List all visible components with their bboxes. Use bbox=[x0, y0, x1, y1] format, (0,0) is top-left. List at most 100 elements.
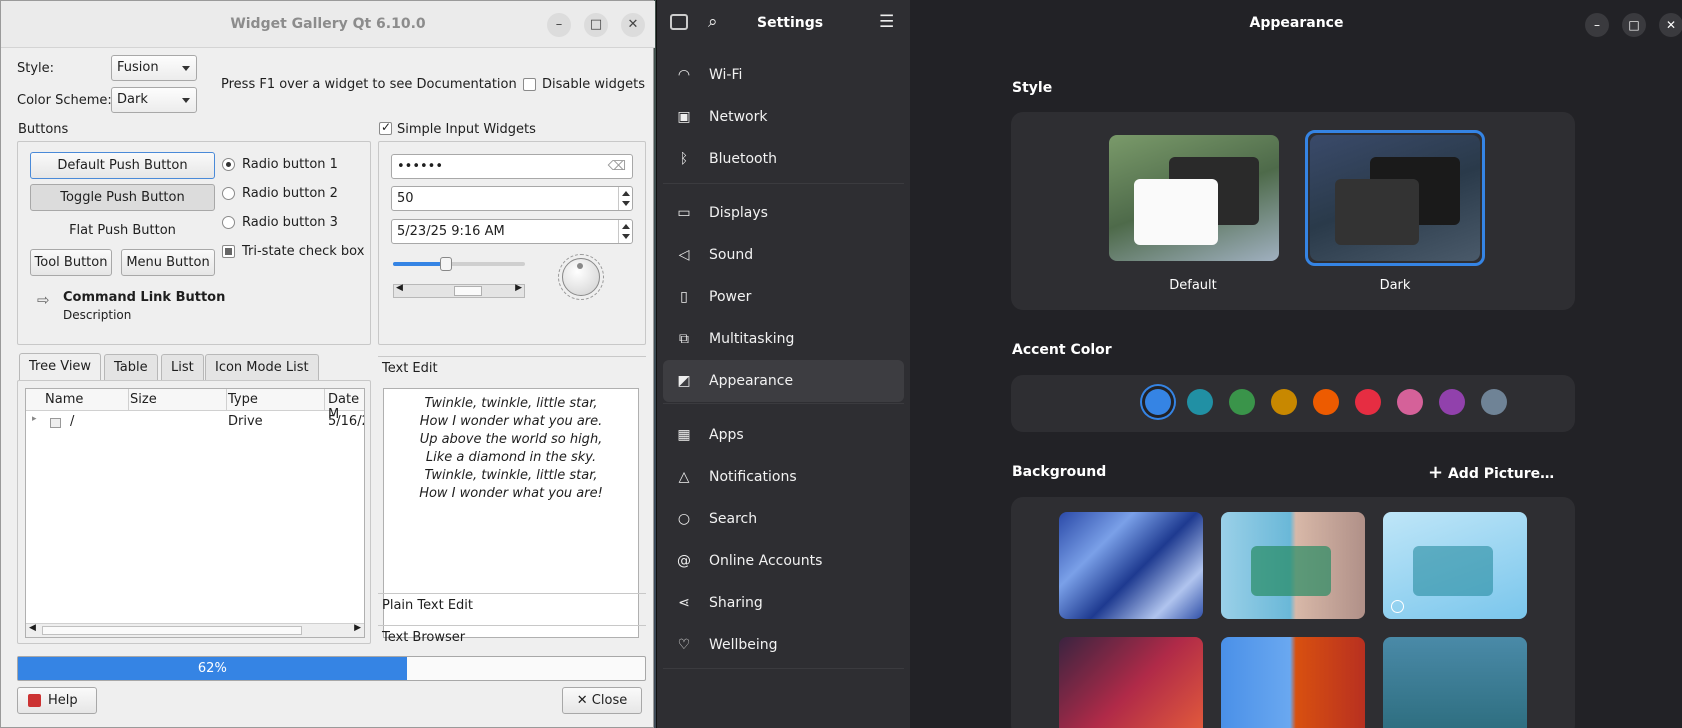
datetime-edit[interactable]: 5/23/25 9:16 AM bbox=[391, 219, 633, 244]
sidebar-item-appearance[interactable]: ◩ Appearance bbox=[663, 360, 904, 402]
wallpaper-thumbnail[interactable] bbox=[1383, 512, 1527, 619]
search-icon[interactable]: ⌕ bbox=[708, 12, 718, 32]
wallpaper-thumbnail[interactable] bbox=[1059, 637, 1203, 728]
expand-arrow-icon[interactable]: ▸ bbox=[32, 414, 37, 424]
multitasking-icon: ⧉ bbox=[679, 331, 689, 347]
accent-color-swatch[interactable] bbox=[1355, 389, 1381, 415]
sidebar-item-label: Sharing bbox=[709, 595, 763, 611]
sidebar-item-network[interactable]: ▣ Network bbox=[663, 96, 904, 138]
wallpaper-thumbnail[interactable] bbox=[1221, 637, 1365, 728]
sound-icon: ◁ bbox=[678, 247, 690, 263]
sidebar-item-power[interactable]: ▯ Power bbox=[663, 276, 904, 318]
sidebar-item-sound[interactable]: ◁ Sound bbox=[663, 234, 904, 276]
sidebar-item-bluetooth[interactable]: ᛒ Bluetooth bbox=[663, 138, 904, 180]
dark-style-option[interactable] bbox=[1310, 135, 1480, 261]
toggle-push-button[interactable]: Toggle Push Button bbox=[30, 184, 215, 211]
text-browser-section[interactable]: Text Browser bbox=[378, 625, 646, 651]
tree-col-name[interactable]: Name bbox=[45, 392, 83, 407]
menu-button[interactable]: Menu Button bbox=[121, 249, 215, 276]
color-scheme-combo[interactable]: Dark bbox=[111, 87, 197, 113]
tool-button[interactable]: Tool Button bbox=[30, 249, 112, 276]
accent-color-swatch[interactable] bbox=[1187, 389, 1213, 415]
dial[interactable] bbox=[562, 258, 600, 296]
table-row[interactable]: ▸ / Drive 5/16/2 bbox=[26, 411, 364, 433]
sidebar-item-wi-fi[interactable]: ◠ Wi-Fi bbox=[663, 54, 904, 96]
tree-col-type[interactable]: Type bbox=[228, 392, 258, 407]
maximize-icon[interactable]: □ bbox=[584, 13, 608, 37]
apps-icon: ▦ bbox=[677, 427, 691, 443]
sidebar-item-sharing[interactable]: ⋖ Sharing bbox=[663, 582, 904, 624]
password-field[interactable]: •••••• ⌫ bbox=[391, 154, 633, 179]
tree-row-name: / bbox=[70, 414, 75, 429]
help-icon bbox=[28, 694, 41, 707]
add-picture-button[interactable]: + Add Picture… bbox=[1428, 462, 1554, 483]
qt-titlebar[interactable]: Widget Gallery Qt 6.10.0 – □ ✕ bbox=[1, 1, 655, 48]
maximize-icon[interactable]: □ bbox=[1622, 13, 1646, 37]
page-title: Appearance bbox=[1249, 15, 1344, 31]
close-icon[interactable]: ✕ bbox=[621, 13, 645, 37]
sidebar-item-wellbeing[interactable]: ♡ Wellbeing bbox=[663, 624, 904, 666]
tree-col-size[interactable]: Size bbox=[130, 392, 157, 407]
sidebar-item-label: Online Accounts bbox=[709, 553, 823, 569]
tab-list[interactable]: List bbox=[161, 354, 204, 380]
tristate-checkbox[interactable] bbox=[222, 245, 235, 258]
sidebar-item-displays[interactable]: ▭ Displays bbox=[663, 192, 904, 234]
disable-widgets-checkbox[interactable] bbox=[523, 78, 536, 91]
accent-color-swatch[interactable] bbox=[1481, 389, 1507, 415]
accent-color-swatch[interactable] bbox=[1313, 389, 1339, 415]
close-icon[interactable]: ✕ bbox=[1659, 13, 1682, 37]
simple-input-checkbox[interactable]: ✓ bbox=[379, 120, 392, 135]
minimize-icon[interactable]: – bbox=[547, 13, 571, 37]
sidebar-toggle-icon[interactable] bbox=[670, 14, 688, 30]
sidebar-item-notifications[interactable]: △ Notifications bbox=[663, 456, 904, 498]
bluetooth-icon: ᛒ bbox=[679, 151, 689, 167]
default-push-button[interactable]: Default Push Button bbox=[30, 152, 215, 179]
text-edit-section[interactable]: Text Edit bbox=[378, 356, 646, 382]
sidebar-item-label: Search bbox=[709, 511, 758, 527]
sidebar-item-search[interactable]: ○ Search bbox=[663, 498, 904, 540]
tree-header: Name Size Type Date M bbox=[26, 389, 364, 422]
minimize-icon[interactable]: – bbox=[1585, 13, 1609, 37]
plain-text-edit-section[interactable]: Plain Text Edit bbox=[378, 593, 646, 619]
wallpaper-thumbnail[interactable] bbox=[1221, 512, 1365, 619]
clear-icon[interactable]: ⌫ bbox=[608, 155, 626, 178]
help-button[interactable]: Help bbox=[17, 687, 97, 714]
horizontal-scrollbar[interactable]: ◀ ▶ bbox=[393, 283, 525, 298]
slider-track[interactable] bbox=[393, 257, 525, 271]
slider-handle[interactable] bbox=[439, 257, 452, 271]
tree-scrollbar[interactable]: ◀ ▶ bbox=[26, 623, 364, 637]
sidebar-item-multitasking[interactable]: ⧉ Multitasking bbox=[663, 318, 904, 360]
sidebar-item-online-accounts[interactable]: @ Online Accounts bbox=[663, 540, 904, 582]
flat-push-button[interactable]: Flat Push Button bbox=[30, 223, 215, 238]
tab-icon-mode-list[interactable]: Icon Mode List bbox=[205, 354, 319, 380]
hamburger-menu-icon[interactable]: ☰ bbox=[879, 12, 894, 32]
poem-line: How I wonder what you are! bbox=[419, 486, 603, 501]
accent-color-swatch[interactable] bbox=[1397, 389, 1423, 415]
radio-button-3[interactable] bbox=[222, 216, 235, 229]
wellbeing-icon: ♡ bbox=[677, 637, 691, 653]
close-button[interactable]: ✕ Close bbox=[562, 687, 642, 714]
tree-view[interactable]: Name Size Type Date M ▸ / Drive 5/16/2 ◀… bbox=[25, 388, 365, 638]
accent-color-swatch[interactable] bbox=[1229, 389, 1255, 415]
default-style-option[interactable] bbox=[1109, 135, 1279, 261]
radio-button-1[interactable] bbox=[222, 158, 235, 171]
accent-color-swatch[interactable] bbox=[1145, 389, 1171, 415]
radio-button-2[interactable] bbox=[222, 187, 235, 200]
accent-color-swatch[interactable] bbox=[1439, 389, 1465, 415]
accent-color-swatch[interactable] bbox=[1271, 389, 1297, 415]
tab-table[interactable]: Table bbox=[104, 354, 158, 380]
spin-arrows[interactable] bbox=[618, 187, 632, 210]
style-combo[interactable]: Fusion bbox=[111, 55, 197, 81]
style-label: Style: bbox=[17, 61, 55, 76]
tab-tree-view[interactable]: Tree View bbox=[19, 353, 102, 381]
sidebar-item-label: Notifications bbox=[709, 469, 797, 485]
wallpaper-thumbnail[interactable] bbox=[1059, 512, 1203, 619]
datetime-arrows[interactable] bbox=[618, 220, 632, 243]
command-link-button[interactable]: Command Link Button bbox=[63, 290, 225, 305]
wallpaper-thumbnail[interactable] bbox=[1383, 637, 1527, 728]
radio-3-label: Radio button 3 bbox=[242, 215, 338, 230]
poem-line: How I wonder what you are. bbox=[419, 414, 603, 429]
sidebar-item-apps[interactable]: ▦ Apps bbox=[663, 414, 904, 456]
color-scheme-label: Color Scheme: bbox=[17, 93, 112, 108]
spinbox[interactable]: 50 bbox=[391, 186, 633, 211]
